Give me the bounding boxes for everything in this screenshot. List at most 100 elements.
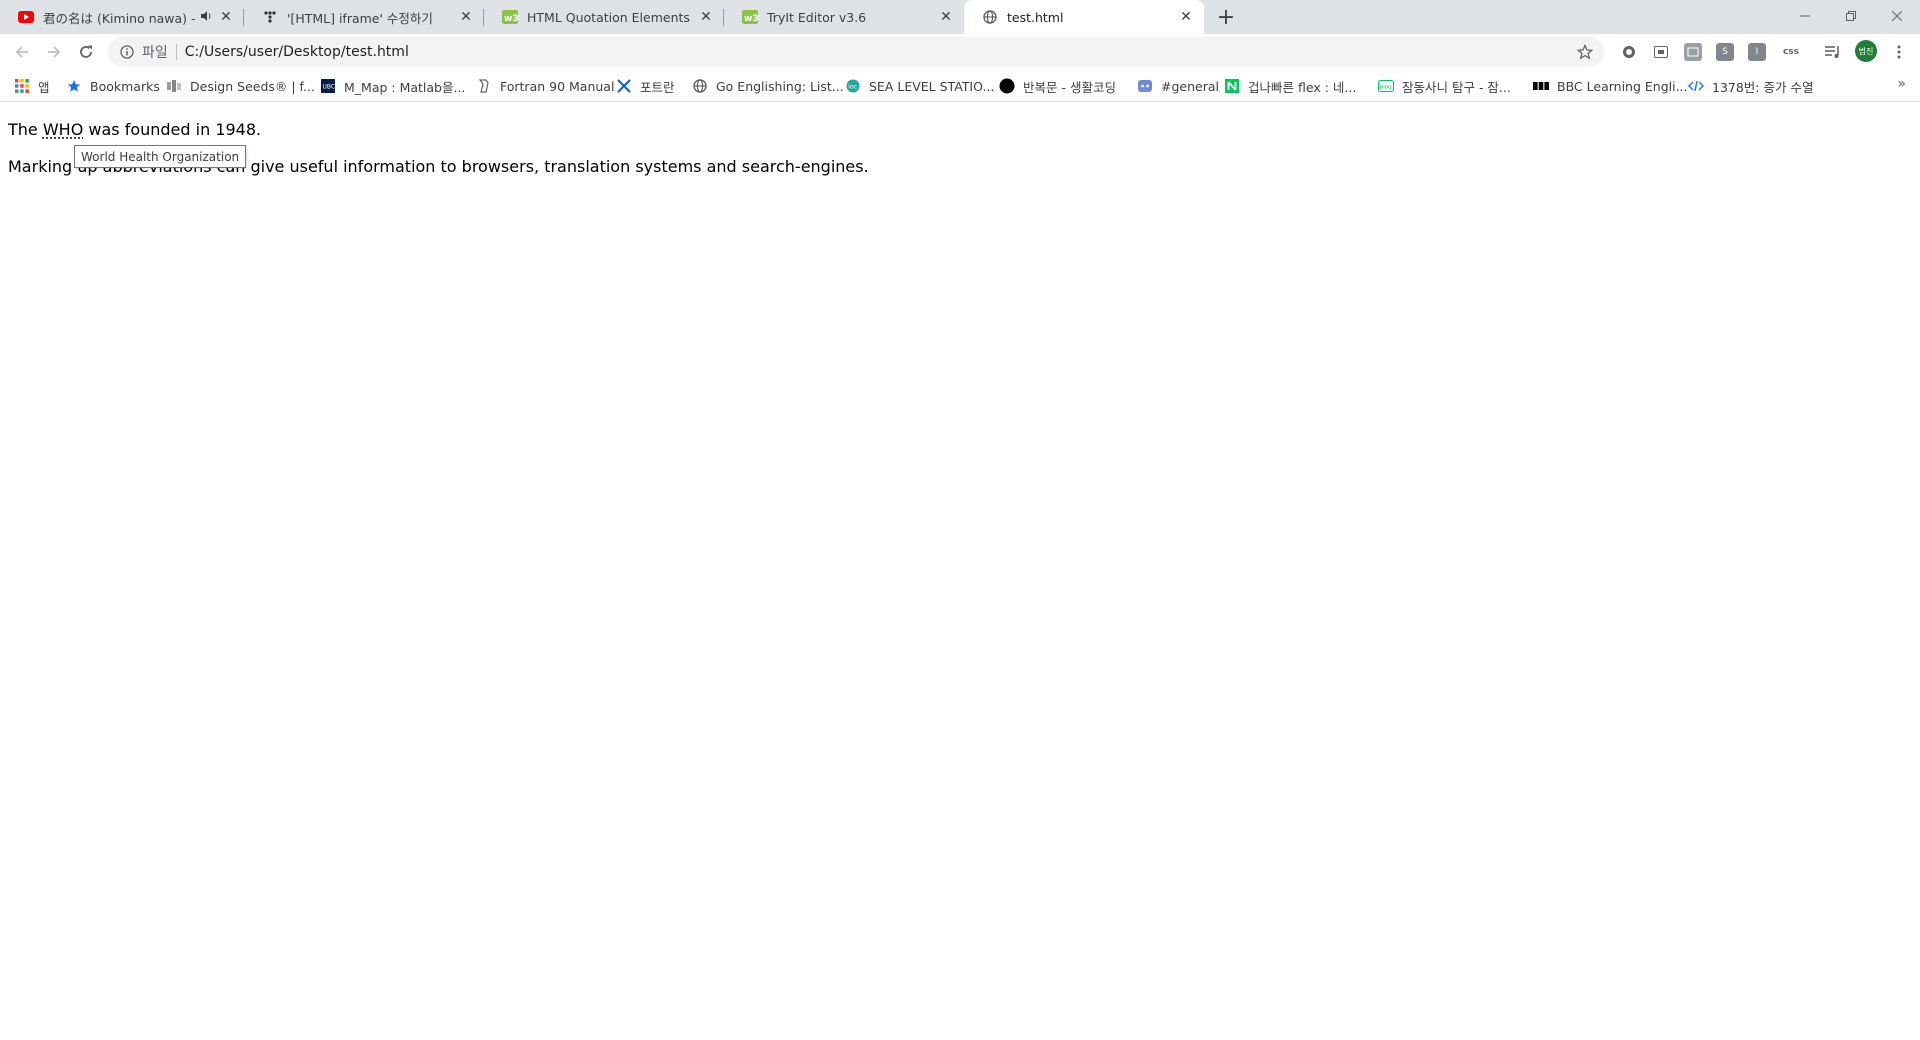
- svg-text:w3: w3: [744, 14, 758, 24]
- close-tab-icon[interactable]: ✕: [218, 9, 234, 25]
- url-text[interactable]: C:/Users/user/Desktop/test.html: [185, 44, 409, 60]
- bookmark-label: Fortran 90 Manual: [500, 78, 615, 94]
- tab-html-quotation[interactable]: w3 HTML Quotation Elements ✕: [484, 0, 724, 34]
- extension-i-label: I: [1755, 47, 1759, 57]
- extension-screen-icon[interactable]: [1652, 43, 1670, 61]
- forward-button[interactable]: [40, 38, 68, 66]
- bookmark-item[interactable]: #general: [1137, 76, 1219, 96]
- speaker-icon[interactable]: [200, 10, 212, 25]
- fortran-icon: [476, 78, 492, 94]
- design-seeds-icon: [166, 78, 182, 94]
- address-bar[interactable]: 파일 C:/Users/user/Desktop/test.html: [108, 37, 1604, 67]
- bookmark-item[interactable]: Design Seeds® | f...: [166, 76, 315, 96]
- bookmark-label: Go Englishing: List...: [716, 78, 844, 94]
- tab-tistory[interactable]: '[HTML] iframe' 수정하기 ✕: [244, 0, 484, 34]
- page-content: The WHO was founded in 1948. Marking up …: [0, 103, 1920, 1040]
- tab-strip: 君の名は (Kimino nawa) - ✕ '[HTML] iframe' 수…: [0, 0, 1920, 34]
- w3schools-icon: w3: [502, 9, 518, 25]
- extension-css-icon[interactable]: css: [1778, 43, 1804, 61]
- ioc-icon: ioc: [845, 78, 861, 94]
- paragraph-text: The: [8, 120, 43, 139]
- bookmark-item[interactable]: ioc SEA LEVEL STATIO...: [845, 76, 994, 96]
- bookmark-item[interactable]: Go Englishing: List...: [692, 76, 844, 96]
- svg-text:blog: blog: [1380, 85, 1392, 91]
- bookmark-item[interactable]: 포트란: [616, 76, 675, 96]
- extension-s-icon[interactable]: S: [1716, 43, 1734, 61]
- back-button[interactable]: [8, 38, 36, 66]
- discord-icon: [1137, 78, 1153, 94]
- reload-button[interactable]: [72, 38, 100, 66]
- extension-box-icon[interactable]: [1684, 43, 1702, 61]
- tab-title: '[HTML] iframe' 수정하기: [287, 10, 433, 26]
- svg-text:ioc: ioc: [848, 84, 857, 91]
- close-tab-icon[interactable]: ✕: [698, 9, 714, 25]
- bookmark-star-icon[interactable]: [1576, 43, 1594, 61]
- bookmark-item[interactable]: UBC M_Map : Matlab을...: [320, 76, 465, 96]
- bookmark-item[interactable]: 1378번: 증가 수열: [1688, 76, 1813, 96]
- bookmark-item[interactable]: 겁나빠른 flex : 네...: [1224, 76, 1356, 96]
- svg-text:UBC: UBC: [323, 84, 336, 91]
- extension-i-icon[interactable]: I: [1748, 43, 1766, 61]
- circle-icon: [999, 78, 1015, 94]
- bookmarks-overflow-icon[interactable]: »: [1897, 76, 1906, 92]
- bookmark-label: Design Seeds® | f...: [190, 78, 315, 94]
- bookmark-item[interactable]: blog 잠동사니 탐구 - 잠...: [1378, 76, 1511, 96]
- info-icon[interactable]: [118, 43, 136, 61]
- omnibox-divider: [175, 44, 177, 60]
- globe-icon: [692, 78, 708, 94]
- star-icon: [66, 78, 82, 94]
- close-tab-icon[interactable]: ✕: [938, 9, 954, 25]
- apps-grid-icon: [14, 78, 30, 94]
- bookmark-label: 앱: [38, 79, 50, 95]
- menu-kebab-icon[interactable]: [1890, 43, 1908, 61]
- bookmark-label: 1378번: 증가 수열: [1712, 79, 1814, 95]
- bookmark-item[interactable]: BBC Learning Engli...: [1533, 76, 1688, 96]
- extension-css-label: css: [1782, 47, 1800, 57]
- profile-avatar[interactable]: 범진: [1855, 40, 1877, 62]
- minimize-button[interactable]: [1782, 0, 1828, 32]
- bookmarks-bar: 앱 Bookmarks Design Seeds® | f... UBC M_M…: [0, 70, 1920, 102]
- bookmark-apps[interactable]: 앱: [14, 76, 50, 96]
- tistory-icon: [262, 9, 278, 25]
- who-paragraph: The WHO was founded in 1948.: [8, 120, 261, 139]
- tab-title: HTML Quotation Elements: [527, 9, 690, 25]
- media-control-icon[interactable]: [1824, 43, 1842, 61]
- bookmark-label: Bookmarks: [90, 78, 160, 94]
- bookmark-label: BBC Learning Engli...: [1557, 78, 1688, 94]
- tab-title: 君の名は (Kimino nawa) -: [43, 10, 196, 26]
- tab-tryit-editor[interactable]: w3 TryIt Editor v3.6 ✕: [724, 0, 964, 34]
- globe-icon: [982, 9, 998, 25]
- close-tab-icon[interactable]: ✕: [1178, 9, 1194, 25]
- naver-icon: [1224, 78, 1240, 94]
- youtube-icon: [18, 9, 34, 25]
- bbc-icon: [1533, 78, 1549, 94]
- close-tab-icon[interactable]: ✕: [458, 9, 474, 25]
- tools-icon: [616, 78, 632, 94]
- bookmark-label: #general: [1161, 78, 1219, 94]
- svg-text:w3: w3: [504, 14, 518, 24]
- abbreviation-who[interactable]: WHO: [43, 120, 83, 139]
- tab-youtube[interactable]: 君の名は (Kimino nawa) - ✕: [0, 0, 244, 34]
- bookmark-label: 잠동사니 탐구 - 잠...: [1402, 79, 1511, 95]
- code-icon: [1688, 78, 1704, 94]
- ubc-icon: UBC: [320, 78, 336, 94]
- bookmark-item[interactable]: 반복문 - 생활코딩: [999, 76, 1116, 96]
- bookmark-item[interactable]: Fortran 90 Manual: [476, 76, 614, 96]
- profile-avatar-label: 범진: [1858, 46, 1874, 56]
- blog-icon: blog: [1378, 78, 1394, 94]
- bookmark-label: 겁나빠른 flex : 네...: [1248, 79, 1357, 95]
- bookmark-item[interactable]: Bookmarks: [66, 76, 160, 96]
- tab-test-html[interactable]: test.html ✕: [964, 0, 1204, 34]
- restore-button[interactable]: [1828, 0, 1874, 32]
- close-window-button[interactable]: [1874, 0, 1920, 32]
- scheme-label: 파일: [142, 45, 168, 61]
- extension-circle-icon[interactable]: [1620, 43, 1638, 61]
- w3schools-icon: w3: [742, 9, 758, 25]
- new-tab-button[interactable]: +: [1214, 5, 1238, 30]
- extension-s-label: S: [1722, 47, 1728, 57]
- browser-toolbar: 파일 C:/Users/user/Desktop/test.html S I c…: [0, 34, 1920, 70]
- bookmark-label: 포트란: [640, 79, 675, 95]
- bookmark-label: M_Map : Matlab을...: [344, 79, 466, 95]
- paragraph-text: was founded in 1948.: [83, 120, 262, 139]
- tab-title: TryIt Editor v3.6: [767, 9, 867, 25]
